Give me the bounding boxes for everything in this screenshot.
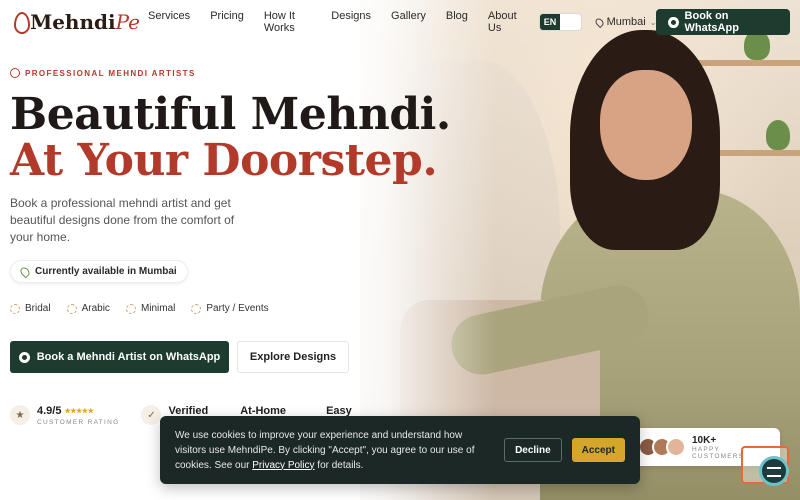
- nav-links: Services Pricing How It Works Designs Ga…: [148, 10, 521, 34]
- nav-link-blog[interactable]: Blog: [446, 10, 468, 34]
- decline-button[interactable]: Decline: [504, 438, 562, 462]
- avatar: [666, 437, 686, 457]
- logo[interactable]: MehndiPe: [10, 10, 140, 34]
- henna-flower-icon: [10, 68, 20, 78]
- whatsapp-icon: [18, 351, 30, 363]
- logo-accent: Pe: [115, 10, 140, 34]
- chat-icon: [759, 456, 789, 486]
- book-whatsapp-nav-label: Book on WhatsApp: [684, 10, 739, 34]
- mandala-icon: [125, 303, 136, 314]
- headline-line-1: Beautiful Mehndi.: [10, 89, 451, 140]
- style-tag-minimal: Minimal: [125, 303, 175, 314]
- map-pin-icon: [593, 16, 605, 28]
- chevron-down-icon: ⌄: [649, 17, 657, 27]
- privacy-policy-link[interactable]: Privacy Policy: [252, 460, 314, 471]
- style-tag-bridal: Bridal: [10, 303, 51, 314]
- cookie-banner: We use cookies to improve your experienc…: [160, 416, 640, 484]
- nav-link-designs[interactable]: Designs: [331, 10, 371, 34]
- logo-text: Mehndi: [30, 10, 116, 34]
- style-tag-party-events: Party / Events: [191, 303, 269, 314]
- hero-subcopy: Book a professional mehndi artist and ge…: [10, 196, 235, 244]
- hero-headline: Beautiful Mehndi. At Your Doorstep.: [10, 92, 451, 184]
- availability-pill: Currently available in Mumbai: [10, 260, 188, 283]
- henna-icon: [10, 10, 31, 34]
- map-pin-icon: [18, 265, 32, 278]
- cookie-text: We use cookies to improve your experienc…: [175, 429, 475, 471]
- nav-link-about-us[interactable]: About Us: [488, 10, 521, 34]
- star-icon: ★: [10, 405, 30, 425]
- whatsapp-icon: [668, 16, 679, 28]
- navbar: MehndiPe Services Pricing How It Works D…: [0, 0, 800, 44]
- language-toggle: EN: [538, 13, 582, 31]
- stat-rating: ★ 4.9/5 ★★★★★ CUSTOMER RATING: [10, 405, 119, 426]
- customer-count: 10K+: [692, 434, 717, 446]
- eyebrow: PROFESSIONAL MEHNDI ARTISTS: [10, 68, 196, 78]
- book-artist-label: Book a Mehndi Artist on WhatsApp: [36, 351, 221, 363]
- nav-link-gallery[interactable]: Gallery: [391, 10, 426, 34]
- nav-link-how-it-works[interactable]: How It Works: [264, 10, 311, 34]
- style-tags: Bridal Arabic Minimal Party / Events: [10, 303, 269, 314]
- mandala-icon: [191, 303, 202, 314]
- book-artist-whatsapp-button[interactable]: Book a Mehndi Artist on WhatsApp: [10, 341, 229, 373]
- mandala-icon: [10, 303, 20, 314]
- headline-line-2: At Your Doorstep.: [10, 135, 438, 186]
- lang-alt[interactable]: [560, 14, 581, 30]
- book-whatsapp-nav-button[interactable]: Book on WhatsApp: [656, 9, 790, 35]
- lang-en[interactable]: EN: [539, 14, 561, 30]
- rating-stars: ★★★★★: [64, 408, 94, 415]
- rating-value: 4.9/5: [37, 405, 62, 417]
- rating-label: CUSTOMER RATING: [37, 419, 120, 426]
- mandala-icon: [66, 303, 77, 314]
- nav-link-services[interactable]: Services: [148, 10, 190, 34]
- style-tag-arabic: Arabic: [66, 303, 110, 314]
- check-icon: ✓: [141, 405, 162, 425]
- nav-link-pricing[interactable]: Pricing: [210, 10, 244, 34]
- city-label: Mumbai: [606, 16, 646, 28]
- city-selector[interactable]: Mumbai ⌄: [593, 16, 657, 28]
- eyebrow-text: PROFESSIONAL MEHNDI ARTISTS: [25, 68, 196, 78]
- plant: [766, 120, 790, 150]
- customer-avatars: [638, 437, 686, 457]
- explore-designs-button[interactable]: Explore Designs: [237, 341, 349, 373]
- artist-face: [600, 70, 692, 180]
- chat-widget[interactable]: [741, 446, 791, 486]
- accept-button[interactable]: Accept: [571, 438, 625, 462]
- availability-text: Currently available in Mumbai: [35, 266, 177, 277]
